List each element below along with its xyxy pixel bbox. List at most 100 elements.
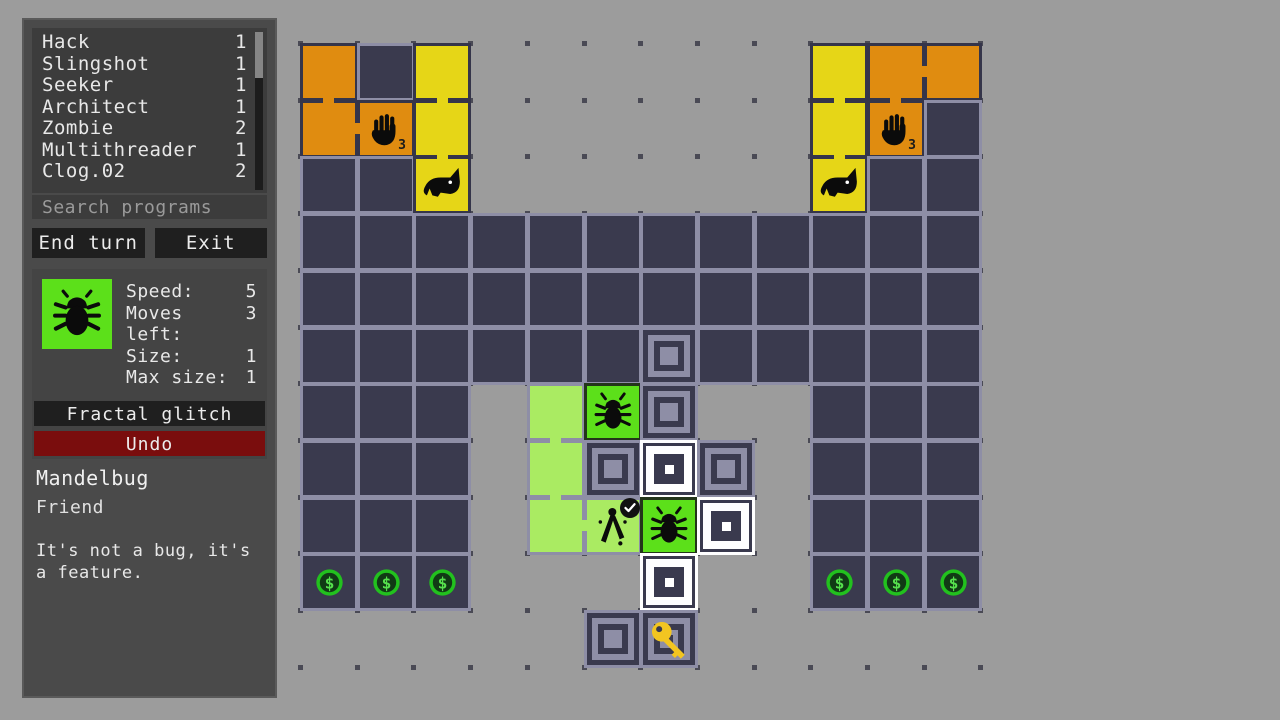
board-cell[interactable] [300,270,358,328]
board-cell[interactable] [584,270,642,328]
board-cell[interactable] [754,213,812,271]
board-cell[interactable]: $ [810,553,868,611]
board-cell[interactable] [584,610,642,668]
board-cell[interactable] [584,327,642,385]
board-cell[interactable] [300,156,358,214]
board-cell[interactable] [470,327,528,385]
board-cell[interactable] [810,270,868,328]
board-cell[interactable] [697,497,755,555]
board-cell[interactable] [470,270,528,328]
board-cell[interactable] [357,383,415,441]
board-cell[interactable] [300,383,358,441]
board-cell[interactable] [697,327,755,385]
program-list-item[interactable]: Seeker 1 [42,74,261,97]
board-cell[interactable] [413,440,471,498]
program-list-item[interactable]: Multithreader 1 [42,139,261,162]
undo-button[interactable]: Undo [34,431,265,456]
board-cell[interactable]: 3 [357,100,415,158]
board-cell[interactable] [527,270,585,328]
board-cell[interactable] [640,270,698,328]
board-cell[interactable] [357,43,415,101]
board-cell[interactable]: $ [413,553,471,611]
end-turn-button[interactable]: End turn [32,228,145,258]
board-cell[interactable] [924,440,982,498]
board-cell[interactable]: $ [357,553,415,611]
exit-button[interactable]: Exit [154,228,267,258]
board-cell[interactable] [413,43,471,101]
board-cell[interactable] [357,497,415,555]
board-cell[interactable] [697,440,755,498]
board-cell[interactable] [924,497,982,555]
board-cell[interactable]: $ [867,553,925,611]
board-cell[interactable] [640,497,698,555]
search-input[interactable]: Search programs [32,195,267,219]
board-cell[interactable] [640,327,698,385]
program-list-scrollbar-thumb[interactable] [255,32,263,78]
board-cell[interactable] [527,440,585,498]
board-cell[interactable]: $ [924,553,982,611]
board-cell[interactable] [810,156,868,214]
board-cell[interactable] [357,213,415,271]
board-cell[interactable] [413,270,471,328]
board-cell[interactable] [527,383,585,441]
board-cell[interactable] [470,213,528,271]
board-cell[interactable]: $ [300,553,358,611]
board-cell[interactable] [867,497,925,555]
board-cell[interactable] [697,270,755,328]
board-cell[interactable] [810,213,868,271]
board-cell[interactable] [640,610,698,668]
board-cell[interactable] [924,213,982,271]
board-cell[interactable] [924,327,982,385]
program-list-item[interactable]: Hack 1 [42,31,261,54]
board-cell[interactable] [924,100,982,158]
board-cell[interactable]: 3 [867,100,925,158]
board-cell[interactable] [867,440,925,498]
board-cell[interactable] [300,497,358,555]
board-cell[interactable] [867,327,925,385]
board-cell[interactable] [924,383,982,441]
board-cell[interactable] [640,383,698,441]
board-cell[interactable] [810,383,868,441]
board-cell[interactable] [300,440,358,498]
board-cell[interactable] [413,497,471,555]
board-cell[interactable] [413,383,471,441]
board-cell[interactable] [413,156,471,214]
board-cell[interactable] [810,327,868,385]
program-list-item[interactable]: Slingshot 1 [42,53,261,76]
board-cell[interactable] [584,383,642,441]
board-cell[interactable] [867,156,925,214]
board-cell[interactable] [867,270,925,328]
board-cell[interactable] [924,270,982,328]
board-cell[interactable] [584,497,642,555]
board-cell[interactable] [640,440,698,498]
board-cell[interactable] [810,440,868,498]
board-cell[interactable] [300,327,358,385]
board-cell[interactable] [300,213,358,271]
board-cell[interactable] [357,440,415,498]
board-cell[interactable] [413,213,471,271]
board-cell[interactable] [640,553,698,611]
ability-button[interactable]: Fractal glitch [34,401,265,426]
board-cell[interactable] [867,213,925,271]
board-cell[interactable] [754,270,812,328]
program-list-item[interactable]: Architect 1 [42,96,261,119]
board-cell[interactable] [924,43,982,101]
board-cell[interactable] [754,327,812,385]
board-cell[interactable] [924,156,982,214]
board-cell[interactable] [357,270,415,328]
board-cell[interactable] [413,327,471,385]
program-list[interactable]: Hack 1 Slingshot 1 Seeker 1 Architect 1 Zombie 2 M… [32,28,267,193]
board-cell[interactable] [527,327,585,385]
board-cell[interactable] [867,383,925,441]
board-cell[interactable] [300,43,358,101]
program-list-item[interactable]: Zombie 2 [42,117,261,140]
board-cell[interactable] [810,43,868,101]
board-cell[interactable] [640,213,698,271]
board-cell[interactable] [584,213,642,271]
board-cell[interactable] [697,213,755,271]
board-cell[interactable] [584,440,642,498]
program-list-item[interactable]: Clog.02 2 [42,160,261,183]
board-cell[interactable] [357,156,415,214]
board-cell[interactable] [357,327,415,385]
board-cell[interactable] [810,497,868,555]
